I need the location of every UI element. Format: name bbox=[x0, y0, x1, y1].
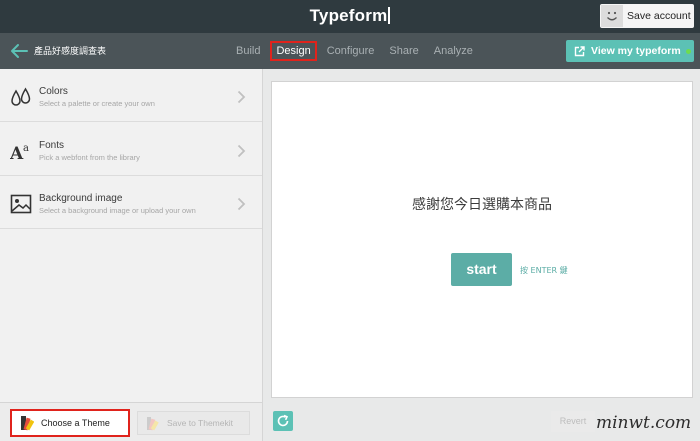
svg-text:A: A bbox=[10, 144, 24, 162]
view-typeform-button[interactable]: View my typeform bbox=[566, 40, 694, 62]
svg-text:a: a bbox=[23, 143, 29, 154]
image-icon bbox=[10, 194, 32, 214]
top-bar: Typeform Save account bbox=[0, 0, 700, 33]
tab-build[interactable]: Build bbox=[236, 45, 260, 57]
palette-icon bbox=[21, 416, 34, 431]
smile-icon bbox=[601, 5, 623, 27]
save-themekit-label: Save to Themekit bbox=[167, 418, 233, 428]
save-account-button[interactable]: Save account bbox=[600, 4, 694, 28]
sidebar-item-colors[interactable]: Colors Select a palette or create your o… bbox=[0, 69, 262, 122]
fonts-title: Fonts bbox=[39, 140, 65, 151]
fonts-desc: Pick a webfont from the library bbox=[39, 153, 140, 162]
revert-button[interactable]: Revert bbox=[551, 411, 595, 432]
form-title: 產品好感度調查表 bbox=[34, 47, 107, 57]
back-arrow-icon[interactable] bbox=[10, 43, 28, 59]
colors-desc: Select a palette or create your own bbox=[39, 99, 155, 108]
start-button[interactable]: start bbox=[451, 253, 512, 286]
sidebar-footer: Choose a Theme Save to Themekit bbox=[0, 402, 262, 441]
choose-theme-button[interactable]: Choose a Theme bbox=[10, 409, 130, 437]
colors-title: Colors bbox=[39, 86, 68, 97]
nav-bar: 產品好感度調查表 Build Design Configure Share An… bbox=[0, 33, 700, 69]
text-cursor bbox=[388, 7, 391, 24]
design-sidebar: Colors Select a palette or create your o… bbox=[0, 69, 263, 441]
enter-hint: 按 ENTER 鍵 bbox=[520, 266, 568, 275]
choose-theme-label: Choose a Theme bbox=[41, 418, 110, 428]
refresh-icon bbox=[277, 414, 289, 427]
typeform-preview: 感謝您今日選購本商品 start 按 ENTER 鍵 bbox=[271, 81, 693, 398]
background-desc: Select a background image or upload your… bbox=[39, 206, 196, 215]
chevron-right-icon bbox=[237, 144, 246, 158]
save-themekit-button[interactable]: Save to Themekit bbox=[137, 411, 250, 435]
chevron-right-icon bbox=[237, 90, 246, 104]
status-dot bbox=[685, 48, 691, 54]
external-link-icon bbox=[574, 45, 585, 56]
font-icon: Aa bbox=[10, 143, 29, 162]
palette-icon bbox=[147, 416, 159, 430]
watermark: minwt.com bbox=[596, 413, 692, 433]
refresh-button[interactable] bbox=[273, 411, 293, 431]
preview-message: 感謝您今日選購本商品 bbox=[412, 197, 552, 213]
tab-design[interactable]: Design bbox=[270, 41, 317, 61]
sidebar-item-background-image[interactable]: Background image Select a background ima… bbox=[0, 176, 262, 229]
brand-text: Typeform bbox=[309, 6, 388, 25]
background-title: Background image bbox=[39, 193, 123, 204]
view-typeform-label: View my typeform bbox=[591, 45, 681, 57]
brand-logo: Typeform bbox=[0, 0, 700, 33]
tab-configure[interactable]: Configure bbox=[327, 45, 375, 57]
save-account-label: Save account bbox=[627, 10, 691, 22]
drops-icon bbox=[11, 87, 31, 106]
tab-share[interactable]: Share bbox=[389, 45, 418, 57]
nav-tabs: Build Design Configure Share Analyze bbox=[236, 33, 488, 69]
tab-analyze[interactable]: Analyze bbox=[434, 45, 473, 57]
chevron-right-icon bbox=[237, 197, 246, 211]
sidebar-item-fonts[interactable]: Aa Fonts Pick a webfont from the library bbox=[0, 123, 262, 176]
